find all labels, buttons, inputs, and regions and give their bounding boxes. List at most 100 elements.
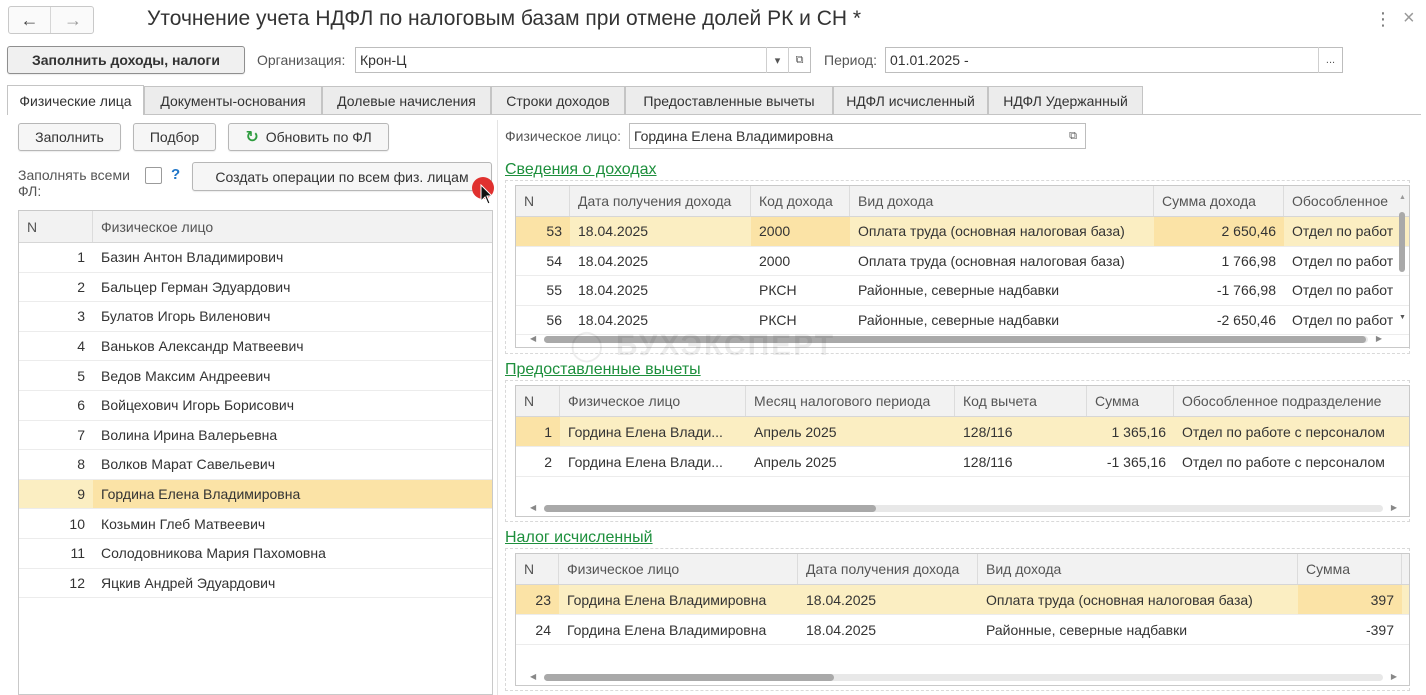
scroll-left-arrow-icon[interactable]: ◀ bbox=[530, 670, 536, 684]
tab-deductions[interactable]: Предоставленные вычеты bbox=[625, 86, 833, 114]
open-link-icon[interactable]: ⧉ bbox=[1061, 123, 1085, 149]
scroll-thumb[interactable] bbox=[1399, 212, 1405, 272]
col-deduction-code[interactable]: Код вычета bbox=[955, 386, 1087, 416]
close-icon[interactable]: × bbox=[1403, 7, 1415, 30]
scroll-thumb[interactable] bbox=[544, 336, 1366, 343]
cell-name: Яцкив Андрей Эдуардович bbox=[101, 574, 276, 591]
scroll-right-arrow-icon[interactable]: ▶ bbox=[1391, 501, 1397, 515]
cell-n: 55 bbox=[546, 282, 562, 299]
cell-name: Солодовникова Мария Пахомовна bbox=[101, 545, 326, 562]
cell-kind: Районные, северные надбавки bbox=[986, 621, 1188, 638]
back-arrow-icon[interactable]: ← bbox=[9, 7, 51, 33]
tax-horizontal-scrollbar[interactable]: ◀ ▶ bbox=[526, 670, 1401, 684]
col-n[interactable]: N bbox=[19, 211, 93, 242]
fill-all-label: Заполнять всеми bbox=[18, 167, 130, 183]
cell-kind: Оплата труда (основная налоговая база) bbox=[986, 591, 1253, 608]
table-row[interactable]: 2 Гордина Елена Влади... Апрель 2025 128/11… bbox=[516, 447, 1409, 477]
cell-n: 54 bbox=[546, 252, 562, 269]
help-icon[interactable]: ? bbox=[171, 166, 180, 183]
tax-section-title[interactable]: Налог исчисленный bbox=[505, 529, 653, 547]
tab-individuals[interactable]: Физические лица bbox=[7, 85, 144, 115]
tab-base-documents[interactable]: Документы-основания bbox=[144, 86, 322, 114]
table-row[interactable]: 53 18.04.2025 2000 Оплата труда (основная н… bbox=[516, 217, 1409, 247]
table-row[interactable]: 1 Гордина Елена Влади... Апрель 2025 128/11… bbox=[516, 417, 1409, 447]
person-value: Гордина Елена Владимировна bbox=[634, 128, 834, 144]
cell-dept: Отдел по работе с персоналом bbox=[1182, 453, 1385, 470]
pick-button[interactable]: Подбор bbox=[133, 123, 216, 151]
scroll-right-arrow-icon[interactable]: ▶ bbox=[1391, 670, 1397, 684]
scroll-left-arrow-icon[interactable]: ◀ bbox=[530, 501, 536, 515]
person-field[interactable]: Гордина Елена Владимировна ⧉ bbox=[629, 123, 1086, 149]
deductions-horizontal-scrollbar[interactable]: ◀ ▶ bbox=[526, 501, 1401, 515]
col-income-sum[interactable]: Сумма дохода bbox=[1154, 186, 1284, 216]
open-link-icon[interactable]: ⧉ bbox=[788, 47, 810, 73]
col-date[interactable]: Дата получения дохода bbox=[570, 186, 751, 216]
table-row[interactable]: 23 Гордина Елена Владимировна 18.04.2025 Оп… bbox=[516, 585, 1409, 615]
person-label: Физическое лицо: bbox=[505, 128, 622, 144]
income-vertical-scrollbar[interactable]: ▲ ▼ bbox=[1396, 194, 1408, 326]
col-date[interactable]: Дата получения дохода bbox=[798, 554, 978, 584]
chevron-down-icon[interactable]: ▾ bbox=[766, 47, 788, 73]
table-row[interactable]: 7 Волина Ирина Валерьевна bbox=[19, 421, 492, 451]
income-section-title[interactable]: Сведения о доходах bbox=[505, 161, 657, 179]
scroll-up-arrow-icon[interactable]: ▲ bbox=[1399, 194, 1406, 201]
create-operations-button[interactable]: Создать операции по всем физ. лицам bbox=[192, 162, 492, 191]
cell-n: 1 bbox=[516, 417, 560, 446]
table-row[interactable]: 6 Войцехович Игорь Борисович bbox=[19, 391, 492, 421]
table-row[interactable]: 54 18.04.2025 2000 Оплата труда (основная н… bbox=[516, 247, 1409, 276]
table-row[interactable]: 12 Яцкив Андрей Эдуардович bbox=[19, 569, 492, 599]
cell-n: 3 bbox=[77, 308, 85, 325]
table-row[interactable]: 56 18.04.2025 РКСН Районные, северные надба… bbox=[516, 306, 1409, 335]
fill-income-taxes-button[interactable]: Заполнить доходы, налоги bbox=[7, 46, 245, 74]
table-row[interactable]: 24 Гордина Елена Владимировна 18.04.2025 Ра… bbox=[516, 615, 1409, 645]
cell-n: 2 bbox=[544, 453, 552, 470]
col-person[interactable]: Физическое лицо bbox=[560, 386, 746, 416]
col-n[interactable]: N bbox=[516, 554, 559, 584]
tab-ndfl-calculated[interactable]: НДФЛ исчисленный bbox=[833, 86, 988, 114]
col-sum[interactable]: Сумма bbox=[1087, 386, 1174, 416]
table-row[interactable]: 9 Гордина Елена Владимировна bbox=[19, 479, 492, 510]
period-field[interactable]: 01.01.2025 - ... bbox=[885, 47, 1343, 73]
scroll-right-arrow-icon[interactable]: ▶ bbox=[1376, 332, 1382, 346]
col-income-kind[interactable]: Вид дохода bbox=[850, 186, 1154, 216]
table-row[interactable]: 4 Ваньков Александр Матвеевич bbox=[19, 332, 492, 362]
table-row[interactable]: 2 Бальцер Герман Эдуардович bbox=[19, 273, 492, 303]
col-n[interactable]: N bbox=[516, 386, 560, 416]
scroll-down-arrow-icon[interactable]: ▼ bbox=[1399, 314, 1406, 321]
col-sum[interactable]: Сумма bbox=[1298, 554, 1402, 584]
fill-all-checkbox[interactable] bbox=[145, 167, 162, 184]
col-person[interactable]: Физическое лицо bbox=[559, 554, 798, 584]
col-income-code[interactable]: Код дохода bbox=[751, 186, 850, 216]
col-n[interactable]: N bbox=[516, 186, 570, 216]
tab-ndfl-withheld[interactable]: НДФЛ Удержанный bbox=[988, 86, 1143, 114]
tab-income-lines[interactable]: Строки доходов bbox=[491, 86, 625, 114]
table-row[interactable]: 1 Базин Антон Владимирович bbox=[19, 243, 492, 273]
income-horizontal-scrollbar[interactable]: ◀ ▶ bbox=[526, 332, 1386, 346]
deductions-section-title[interactable]: Предоставленные вычеты bbox=[505, 361, 701, 379]
table-row[interactable]: 3 Булатов Игорь Виленович bbox=[19, 302, 492, 332]
col-dept[interactable]: Обособленное bbox=[1284, 186, 1397, 216]
period-select-button[interactable]: ... bbox=[1318, 47, 1342, 73]
more-menu-icon[interactable]: ⋮ bbox=[1374, 9, 1392, 30]
table-row[interactable]: 11 Солодовникова Мария Пахомовна bbox=[19, 539, 492, 569]
col-dept[interactable]: Обособленное подразделение bbox=[1174, 386, 1409, 416]
col-tax-month[interactable]: Месяц налогового периода bbox=[746, 386, 955, 416]
table-row[interactable]: 10 Козьмин Глеб Матвеевич bbox=[19, 509, 492, 539]
refresh-by-person-button[interactable]: ↻ Обновить по ФЛ bbox=[228, 123, 389, 151]
table-row[interactable]: 55 18.04.2025 РКСН Районные, северные надба… bbox=[516, 276, 1409, 306]
scroll-left-arrow-icon[interactable]: ◀ bbox=[530, 332, 536, 346]
scroll-thumb[interactable] bbox=[544, 674, 834, 681]
forward-arrow-icon[interactable]: → bbox=[52, 7, 94, 33]
scroll-thumb[interactable] bbox=[544, 505, 876, 512]
table-header: N Дата получения дохода Код дохода Вид д… bbox=[516, 186, 1409, 217]
tab-share-accruals[interactable]: Долевые начисления bbox=[322, 86, 491, 114]
cell-name: Булатов Игорь Виленович bbox=[101, 308, 271, 325]
organization-field[interactable]: Крон-Ц ▾ ⧉ bbox=[355, 47, 811, 73]
cell-person: Гордина Елена Влади... bbox=[568, 453, 723, 470]
table-row[interactable]: 5 Ведов Максим Андреевич bbox=[19, 361, 492, 391]
table-header: N Физическое лицо Месяц налогового перио… bbox=[516, 386, 1409, 417]
fill-button[interactable]: Заполнить bbox=[18, 123, 121, 151]
col-income-kind[interactable]: Вид дохода bbox=[978, 554, 1298, 584]
table-row[interactable]: 8 Волков Марат Савельевич bbox=[19, 450, 492, 480]
col-person[interactable]: Физическое лицо bbox=[93, 211, 492, 242]
